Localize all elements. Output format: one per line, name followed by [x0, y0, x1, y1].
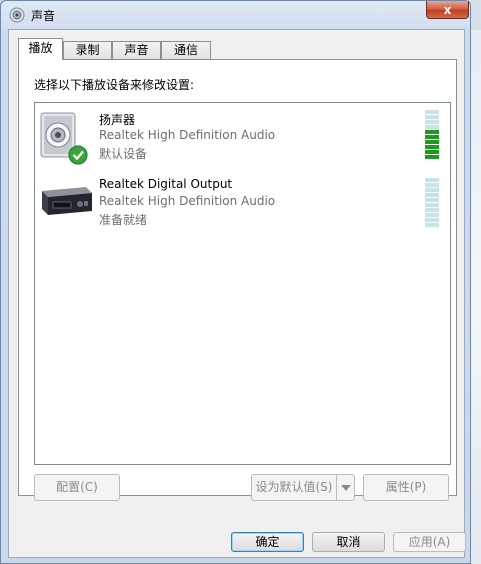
meter-segment: [425, 130, 439, 134]
meter-segment: [425, 135, 439, 139]
tab-label: 声音: [124, 43, 149, 57]
configure-button[interactable]: 配置(C): [34, 474, 120, 501]
button-label: 配置(C): [56, 480, 98, 494]
button-label: 确定: [255, 535, 280, 549]
meter-segment: [425, 125, 439, 129]
device-status: 准备就绪: [99, 213, 148, 227]
volume-meter: [425, 110, 439, 160]
meter-segment: [425, 145, 439, 149]
digital-output-icon: [38, 181, 94, 224]
button-label: 取消: [336, 535, 361, 549]
meter-segment: [425, 183, 439, 187]
device-item-digital-output[interactable]: Realtek Digital Output Realtek High Defi…: [35, 169, 450, 231]
cancel-button[interactable]: 取消: [312, 532, 385, 552]
chevron-down-icon[interactable]: [336, 475, 354, 500]
meter-segment: [425, 193, 439, 197]
close-icon: x: [443, 2, 452, 17]
device-name: 扬声器: [99, 113, 136, 127]
device-name: Realtek Digital Output: [99, 177, 233, 191]
device-description: Realtek High Definition Audio: [99, 194, 276, 208]
device-item-speakers[interactable]: 扬声器 Realtek High Definition Audio 默认设备: [35, 103, 450, 165]
meter-segment: [425, 120, 439, 124]
meter-segment: [425, 203, 439, 207]
meter-segment: [425, 178, 439, 182]
tab-label: 播放: [28, 41, 53, 55]
ok-button[interactable]: 确定: [231, 532, 304, 552]
meter-segment: [425, 150, 439, 154]
device-description: Realtek High Definition Audio: [99, 128, 276, 142]
instruction-text: 选择以下播放设备来修改设置:: [34, 78, 195, 92]
meter-segment: [425, 188, 439, 192]
apply-button[interactable]: 应用(A): [393, 532, 466, 552]
speaker-icon: [38, 110, 94, 169]
button-label: 设为默认值(S): [255, 480, 333, 494]
button-label: 应用(A): [408, 535, 451, 549]
meter-segment: [425, 213, 439, 217]
meter-segment: [425, 140, 439, 144]
playback-panel: 选择以下播放设备来修改设置: 扬声器 Realtek High Definiti…: [18, 59, 457, 501]
tab-recording[interactable]: 录制: [63, 41, 112, 59]
tab-label: 通信: [173, 43, 198, 57]
meter-segment: [425, 223, 439, 227]
properties-button[interactable]: 属性(P): [363, 474, 449, 501]
volume-meter: [425, 178, 439, 228]
background-strip: [470, 30, 481, 564]
dialog-client: 播放 录制 声音 通信 选择以下播放设备来修改设置: 扬声器 Realtek H…: [8, 29, 466, 558]
tab-communications[interactable]: 通信: [161, 41, 211, 59]
meter-segment: [425, 115, 439, 119]
meter-segment: [425, 110, 439, 114]
tab-sounds[interactable]: 声音: [112, 41, 161, 59]
speaker-title-icon: [9, 7, 25, 23]
device-status: 默认设备: [99, 147, 148, 161]
meter-segment: [425, 155, 439, 159]
device-list[interactable]: 扬声器 Realtek High Definition Audio 默认设备 R…: [34, 102, 451, 465]
meter-segment: [425, 198, 439, 202]
title-bar[interactable]: 声音 x: [1, 1, 470, 29]
meter-segment: [425, 208, 439, 212]
sound-dialog: 声音 x 播放 录制 声音 通信 选择以下播放设备来修改设置: 扬声器 Real…: [0, 0, 471, 564]
set-default-button[interactable]: 设为默认值(S): [251, 474, 355, 501]
window-title: 声音: [31, 9, 56, 23]
meter-segment: [425, 218, 439, 222]
close-button[interactable]: x: [426, 1, 469, 19]
tab-playback[interactable]: 播放: [18, 38, 63, 60]
button-label: 属性(P): [385, 480, 427, 494]
tab-label: 录制: [75, 43, 100, 57]
